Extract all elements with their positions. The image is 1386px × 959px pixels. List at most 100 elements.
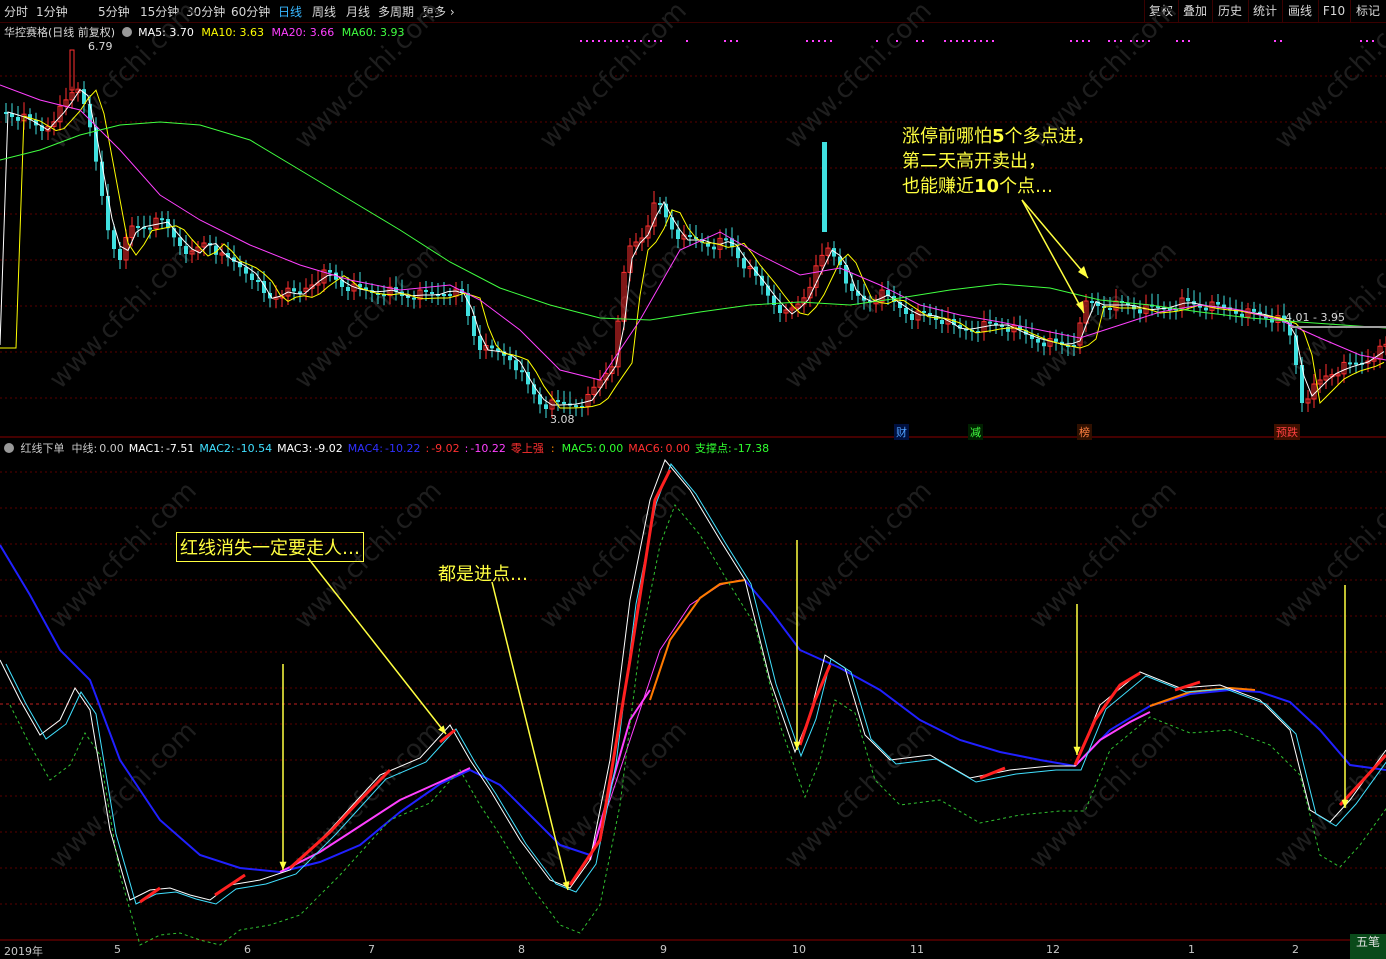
watermark-text: www.cfchi.com bbox=[779, 476, 938, 635]
kline-chart[interactable]: www.cfchi.com www.cfchi.com www.cfchi.com w… bbox=[0, 0, 1386, 959]
candle-body bbox=[160, 218, 164, 221]
marker-cai[interactable]: 财 bbox=[894, 424, 909, 440]
event-dot bbox=[974, 40, 976, 42]
event-dot bbox=[992, 40, 994, 42]
ma20-label: MA20: 3.66 bbox=[271, 26, 335, 39]
candle-body bbox=[988, 321, 992, 324]
event-dot bbox=[1280, 40, 1282, 42]
candle-body bbox=[658, 203, 662, 205]
event-dot bbox=[896, 40, 898, 42]
settings-circle-icon[interactable] bbox=[121, 27, 132, 37]
candle-body bbox=[1036, 339, 1040, 343]
event-dot bbox=[628, 40, 630, 42]
arrow-head bbox=[793, 741, 801, 750]
event-dot bbox=[1182, 40, 1184, 42]
red-signal-line bbox=[1174, 680, 1201, 692]
event-dot bbox=[830, 40, 832, 42]
indicator-item: 红线下单 bbox=[20, 442, 65, 455]
event-dot bbox=[654, 40, 656, 42]
mac1-line bbox=[0, 459, 1386, 901]
indicator-item: MAC5: 0.00 bbox=[561, 442, 624, 455]
candle-body bbox=[490, 345, 494, 349]
candle-body bbox=[1216, 302, 1220, 305]
event-dot bbox=[1188, 40, 1190, 42]
wubi-tab[interactable]: 五笔 bbox=[1350, 934, 1386, 959]
indicator-info-bar: 红线下单 中线: 0.00 MAC1: -7.51 MAC2: -10.54 MAC3: -9.… bbox=[4, 440, 774, 456]
candle-body bbox=[1186, 298, 1190, 302]
exit-callout: 红线消失一定要走人… bbox=[176, 532, 364, 562]
watermark-text: www.cfchi.com bbox=[1024, 236, 1183, 395]
date-label: 11 bbox=[910, 943, 924, 956]
candle-body bbox=[904, 308, 908, 314]
event-dot bbox=[1114, 40, 1116, 42]
event-dot bbox=[962, 40, 964, 42]
candle-body bbox=[184, 246, 188, 254]
candle-body bbox=[298, 291, 302, 294]
ma60-label: MA60: 3.93 bbox=[341, 26, 405, 39]
candle-body bbox=[1252, 308, 1256, 312]
event-dot bbox=[986, 40, 988, 42]
main-info-bar: 华控赛格(日线 前复权) MA5: 3.70 MA10: 3.63 MA20: … bbox=[4, 24, 404, 40]
candle-body bbox=[514, 360, 518, 371]
candle-body bbox=[256, 280, 260, 282]
event-dot bbox=[724, 40, 726, 42]
watermark-text: www.cfchi.com bbox=[534, 0, 693, 155]
candle-body bbox=[244, 267, 248, 274]
event-dot bbox=[1120, 40, 1122, 42]
candle-body bbox=[844, 265, 848, 284]
arrow-head bbox=[1076, 301, 1084, 313]
event-dot bbox=[634, 40, 636, 42]
indicator-item: MAC4: -10.22 bbox=[347, 442, 421, 455]
event-dot bbox=[616, 40, 618, 42]
candle-body bbox=[1348, 362, 1352, 365]
stock-title: 华控赛格(日线 前复权) bbox=[4, 26, 116, 39]
watermark-text: www.cfchi.com bbox=[44, 716, 203, 875]
candle-body bbox=[1108, 308, 1112, 310]
candle-body bbox=[250, 273, 254, 280]
candle-body bbox=[148, 227, 152, 230]
event-dot bbox=[1372, 40, 1374, 42]
candle-body bbox=[412, 297, 416, 300]
event-dot bbox=[1130, 40, 1132, 42]
marker-yudie[interactable]: 预跌 bbox=[1274, 424, 1300, 440]
indicator-item: MAC6: 0.00 bbox=[628, 442, 690, 455]
event-dot bbox=[806, 40, 808, 42]
event-dot bbox=[1142, 40, 1144, 42]
event-dot bbox=[818, 40, 820, 42]
marker-jian[interactable]: 减 bbox=[968, 424, 983, 440]
event-dot bbox=[916, 40, 918, 42]
candle-body bbox=[712, 246, 716, 250]
date-label: 7 bbox=[368, 943, 375, 956]
candle-body bbox=[1054, 338, 1058, 342]
settings-circle-icon[interactable] bbox=[4, 443, 14, 453]
indicator-item: MAC1: -7.51 bbox=[128, 442, 195, 455]
candle-body bbox=[292, 288, 296, 292]
event-dot bbox=[980, 40, 982, 42]
candle-body bbox=[508, 355, 512, 361]
event-dot bbox=[686, 40, 688, 42]
candle-body bbox=[562, 401, 566, 404]
ma5-line bbox=[0, 88, 1385, 406]
arrow-line bbox=[307, 557, 447, 735]
event-dot bbox=[944, 40, 946, 42]
indicator-item: : -9.02 bbox=[425, 442, 460, 455]
candle-body bbox=[544, 404, 548, 409]
candle-body bbox=[556, 400, 560, 402]
candle-body bbox=[118, 249, 122, 260]
watermark-text: www.cfchi.com bbox=[1024, 716, 1183, 875]
event-dot bbox=[950, 40, 952, 42]
candle-body bbox=[328, 270, 332, 273]
candle-body bbox=[520, 370, 524, 373]
date-label: 10 bbox=[792, 943, 806, 956]
candle-body bbox=[88, 104, 92, 128]
mac2-line bbox=[5, 463, 1386, 905]
marker-bang[interactable]: 榜 bbox=[1077, 424, 1092, 440]
event-dot bbox=[922, 40, 924, 42]
ma60-line bbox=[0, 121, 1386, 329]
candle-body bbox=[1042, 342, 1046, 347]
candle-body bbox=[69, 49, 75, 91]
event-dot bbox=[1360, 40, 1362, 42]
candle-body bbox=[136, 226, 140, 228]
date-label: 2019年 bbox=[4, 945, 43, 958]
candle-body bbox=[1138, 309, 1142, 314]
